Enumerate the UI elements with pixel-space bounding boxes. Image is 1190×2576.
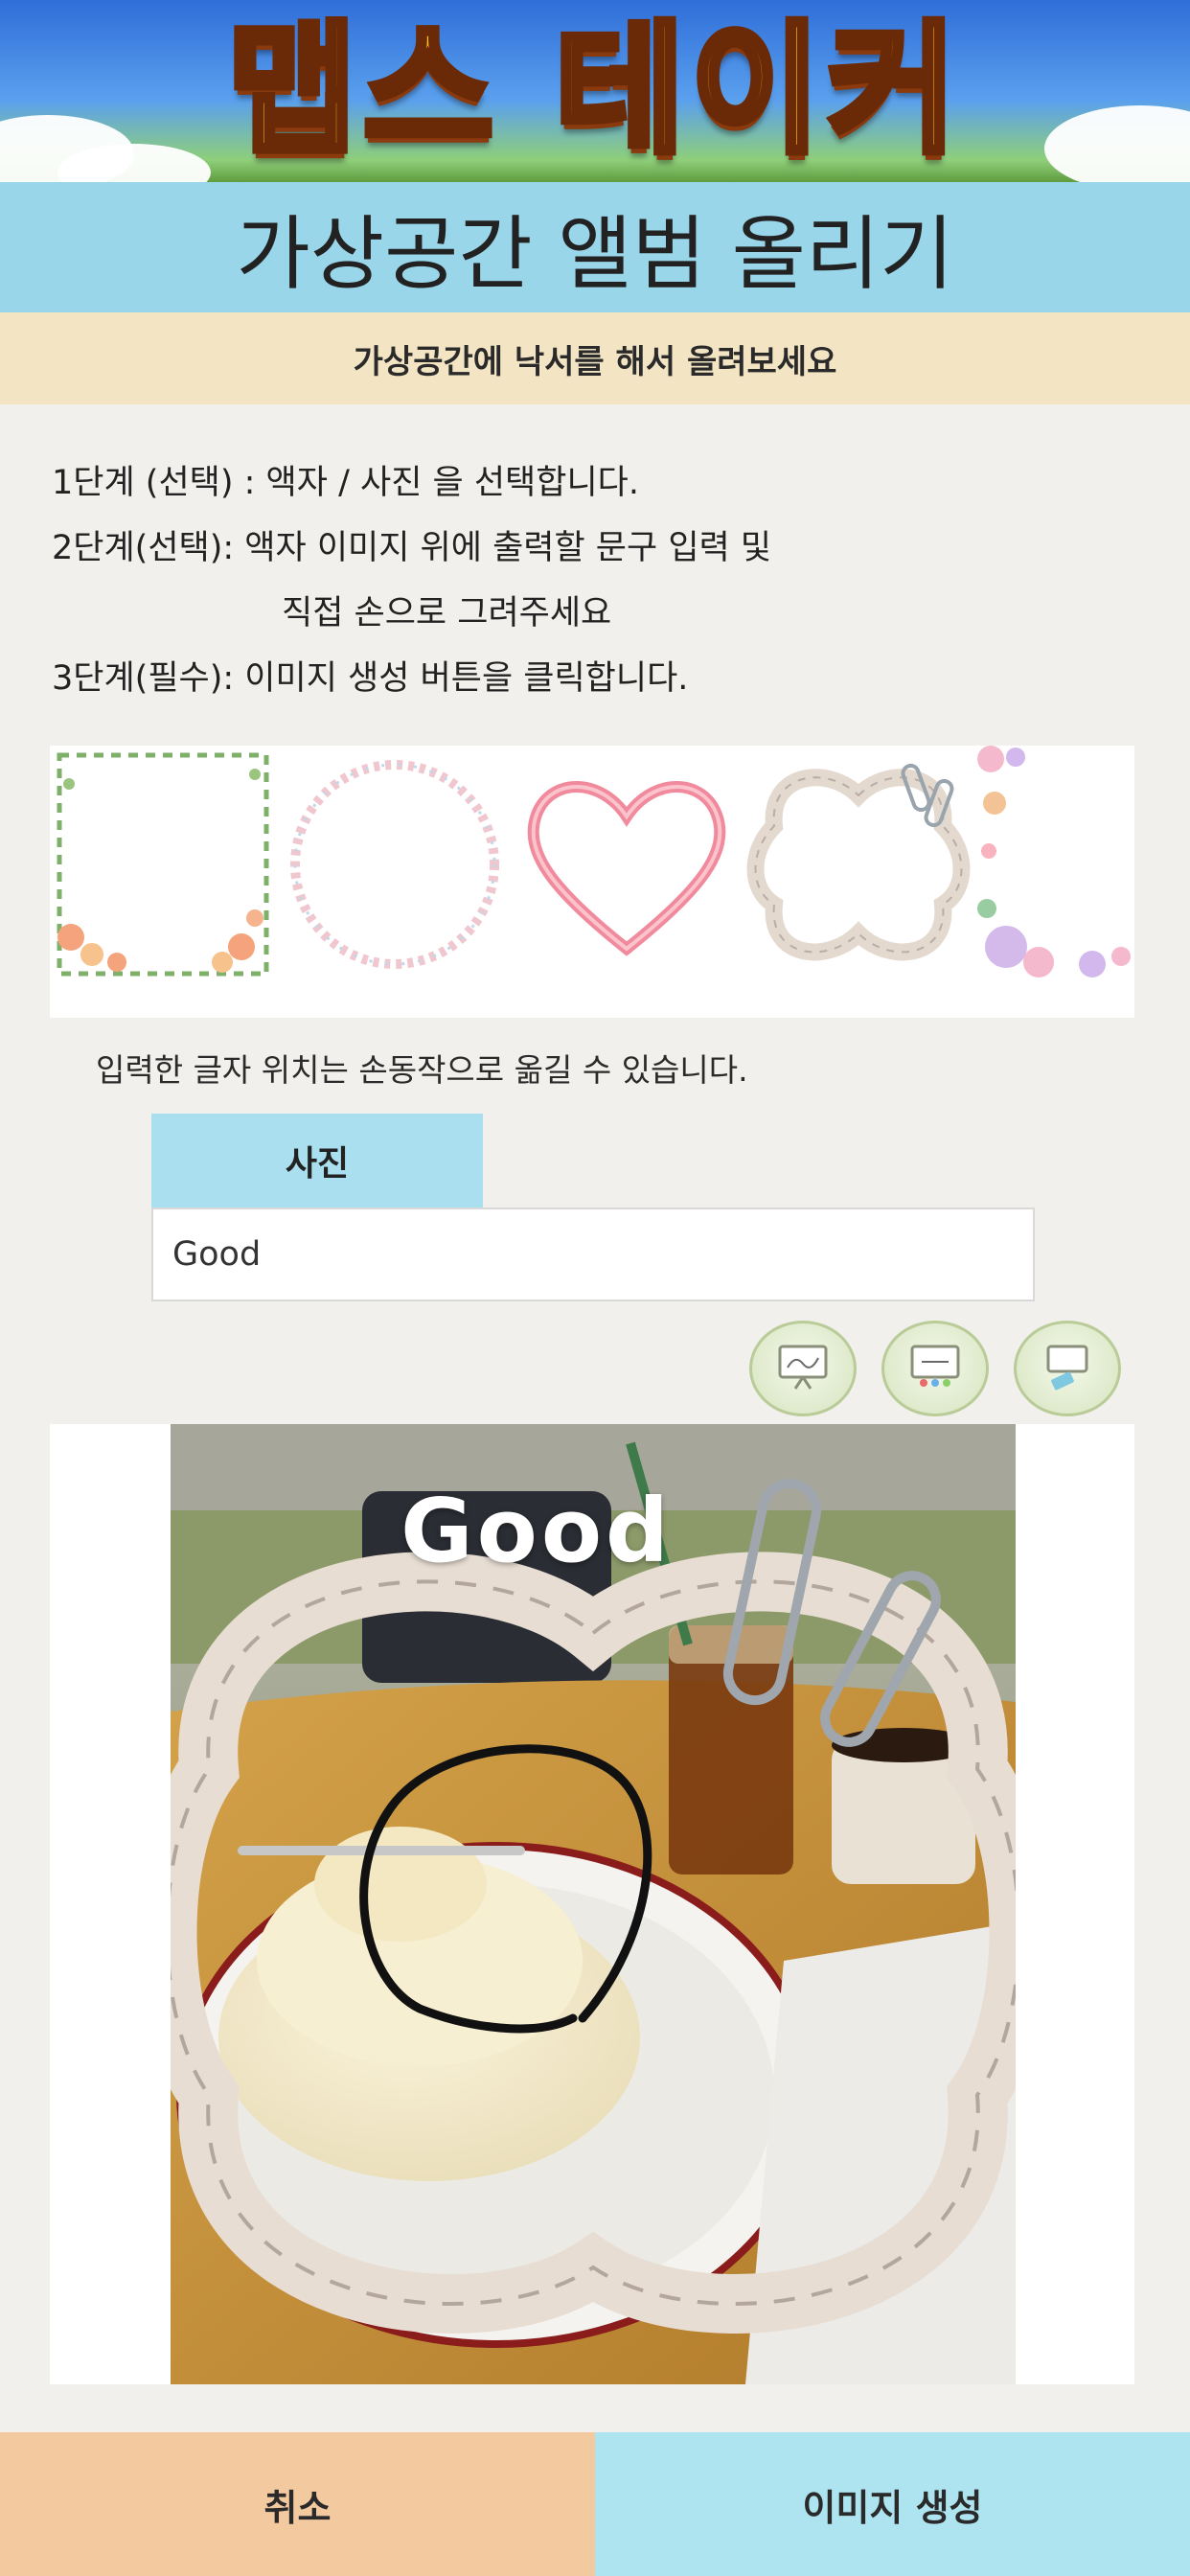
- notice-bar: 가상공간에 낙서를 해서 올려보세요: [0, 312, 1190, 404]
- color-tool-button[interactable]: [881, 1321, 989, 1416]
- eraser-board-icon: [1039, 1343, 1096, 1394]
- page-title: 가상공간 앨범 올리기: [0, 182, 1190, 312]
- step-2: 2단계(선택): 액자 이미지 위에 출력할 문구 입력 및: [52, 529, 772, 567]
- app-logo-title: 맵스 테이커: [223, 5, 964, 176]
- cancel-button[interactable]: 취소: [0, 2432, 595, 2576]
- frame-option-clover-paperclip[interactable]: [745, 746, 972, 983]
- frame-option-pink-heart[interactable]: [514, 746, 740, 983]
- draw-tool-button[interactable]: [749, 1321, 857, 1416]
- app-banner: 맵스 테이커: [0, 0, 1190, 182]
- tab-photo[interactable]: 사진: [151, 1114, 483, 1208]
- instruction-steps: 1단계 (선택) : 액자 / 사진 을 선택합니다. 2단계(선택): 액자 …: [52, 450, 1144, 711]
- frame-selector: [50, 746, 1134, 1018]
- easel-draw-icon: [774, 1343, 832, 1394]
- palette-board-icon: [906, 1343, 964, 1394]
- step-2-continued: 직접 손으로 그려주세요: [282, 594, 612, 632]
- eraser-tool-button[interactable]: [1014, 1321, 1121, 1416]
- canvas-overlay-text[interactable]: Good: [374, 1480, 699, 1582]
- generate-image-button[interactable]: 이미지 생성: [595, 2432, 1190, 2576]
- overlay-text-input[interactable]: [151, 1208, 1035, 1301]
- frame-option-flower-vine[interactable]: [50, 746, 276, 983]
- step-3: 3단계(필수): 이미지 생성 버튼을 클릭합니다.: [52, 659, 689, 698]
- frame-option-watercolor-floral[interactable]: [977, 746, 1134, 983]
- text-move-hint: 입력한 글자 위치는 손동작으로 옮길 수 있습니다.: [96, 1051, 748, 1089]
- step-1: 1단계 (선택) : 액자 / 사진 을 선택합니다.: [52, 464, 639, 502]
- frame-option-dotted-circle[interactable]: [282, 746, 508, 983]
